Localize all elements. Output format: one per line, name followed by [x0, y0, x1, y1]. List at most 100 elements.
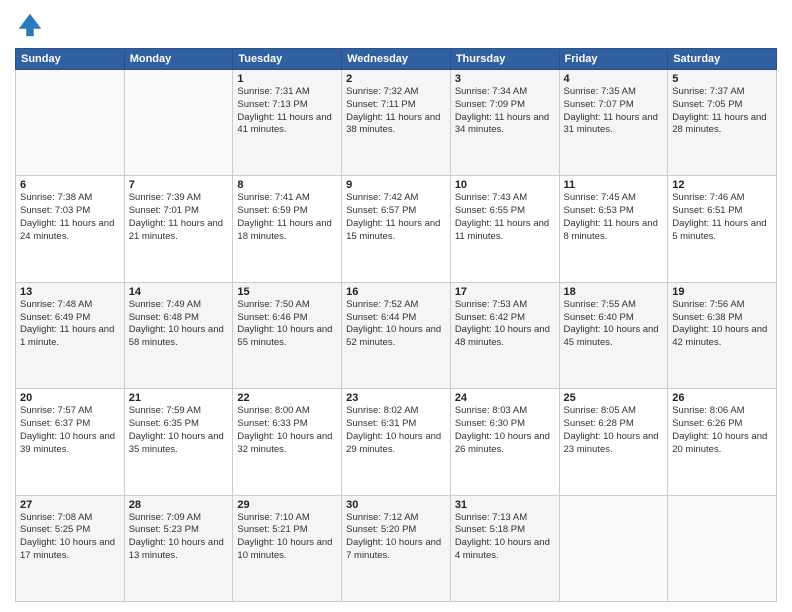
calendar-cell: 21Sunrise: 7:59 AMSunset: 6:35 PMDayligh…: [124, 389, 233, 495]
day-info: Sunrise: 7:55 AMSunset: 6:40 PMDaylight:…: [564, 299, 664, 350]
day-number: 19: [672, 286, 772, 298]
day-number: 3: [455, 73, 555, 85]
day-number: 6: [20, 179, 120, 191]
day-number: 13: [20, 286, 120, 298]
calendar-cell: 2Sunrise: 7:32 AMSunset: 7:11 PMDaylight…: [342, 70, 451, 176]
day-info: Sunrise: 8:06 AMSunset: 6:26 PMDaylight:…: [672, 405, 772, 456]
day-info: Sunrise: 7:46 AMSunset: 6:51 PMDaylight:…: [672, 192, 772, 243]
calendar-cell: 23Sunrise: 8:02 AMSunset: 6:31 PMDayligh…: [342, 389, 451, 495]
calendar-cell: 26Sunrise: 8:06 AMSunset: 6:26 PMDayligh…: [668, 389, 777, 495]
day-number: 31: [455, 499, 555, 511]
calendar-cell: 5Sunrise: 7:37 AMSunset: 7:05 PMDaylight…: [668, 70, 777, 176]
day-info: Sunrise: 7:50 AMSunset: 6:46 PMDaylight:…: [237, 299, 337, 350]
col-thursday: Thursday: [450, 49, 559, 70]
calendar-cell: 14Sunrise: 7:49 AMSunset: 6:48 PMDayligh…: [124, 282, 233, 388]
day-info: Sunrise: 7:56 AMSunset: 6:38 PMDaylight:…: [672, 299, 772, 350]
col-saturday: Saturday: [668, 49, 777, 70]
day-number: 2: [346, 73, 446, 85]
calendar-cell: 13Sunrise: 7:48 AMSunset: 6:49 PMDayligh…: [16, 282, 125, 388]
day-number: 4: [564, 73, 664, 85]
day-number: 27: [20, 499, 120, 511]
day-number: 16: [346, 286, 446, 298]
day-info: Sunrise: 7:38 AMSunset: 7:03 PMDaylight:…: [20, 192, 120, 243]
day-info: Sunrise: 7:12 AMSunset: 5:20 PMDaylight:…: [346, 512, 446, 563]
calendar-cell: 24Sunrise: 8:03 AMSunset: 6:30 PMDayligh…: [450, 389, 559, 495]
logo: [15, 10, 47, 40]
calendar-week-row: 27Sunrise: 7:08 AMSunset: 5:25 PMDayligh…: [16, 495, 777, 601]
day-number: 24: [455, 392, 555, 404]
calendar-cell: 11Sunrise: 7:45 AMSunset: 6:53 PMDayligh…: [559, 176, 668, 282]
calendar-cell: 29Sunrise: 7:10 AMSunset: 5:21 PMDayligh…: [233, 495, 342, 601]
calendar-cell: 25Sunrise: 8:05 AMSunset: 6:28 PMDayligh…: [559, 389, 668, 495]
day-number: 8: [237, 179, 337, 191]
day-info: Sunrise: 7:52 AMSunset: 6:44 PMDaylight:…: [346, 299, 446, 350]
day-info: Sunrise: 7:37 AMSunset: 7:05 PMDaylight:…: [672, 86, 772, 137]
day-info: Sunrise: 7:41 AMSunset: 6:59 PMDaylight:…: [237, 192, 337, 243]
day-info: Sunrise: 8:03 AMSunset: 6:30 PMDaylight:…: [455, 405, 555, 456]
day-info: Sunrise: 7:34 AMSunset: 7:09 PMDaylight:…: [455, 86, 555, 137]
day-info: Sunrise: 7:59 AMSunset: 6:35 PMDaylight:…: [129, 405, 229, 456]
calendar-cell: 12Sunrise: 7:46 AMSunset: 6:51 PMDayligh…: [668, 176, 777, 282]
calendar-cell: [124, 70, 233, 176]
day-info: Sunrise: 7:57 AMSunset: 6:37 PMDaylight:…: [20, 405, 120, 456]
col-sunday: Sunday: [16, 49, 125, 70]
calendar-cell: 10Sunrise: 7:43 AMSunset: 6:55 PMDayligh…: [450, 176, 559, 282]
calendar-cell: 22Sunrise: 8:00 AMSunset: 6:33 PMDayligh…: [233, 389, 342, 495]
day-number: 10: [455, 179, 555, 191]
calendar-week-row: 20Sunrise: 7:57 AMSunset: 6:37 PMDayligh…: [16, 389, 777, 495]
day-number: 22: [237, 392, 337, 404]
calendar-cell: 3Sunrise: 7:34 AMSunset: 7:09 PMDaylight…: [450, 70, 559, 176]
day-number: 17: [455, 286, 555, 298]
calendar-cell: 7Sunrise: 7:39 AMSunset: 7:01 PMDaylight…: [124, 176, 233, 282]
calendar-cell: 31Sunrise: 7:13 AMSunset: 5:18 PMDayligh…: [450, 495, 559, 601]
day-info: Sunrise: 8:00 AMSunset: 6:33 PMDaylight:…: [237, 405, 337, 456]
day-info: Sunrise: 7:45 AMSunset: 6:53 PMDaylight:…: [564, 192, 664, 243]
day-number: 21: [129, 392, 229, 404]
day-info: Sunrise: 7:49 AMSunset: 6:48 PMDaylight:…: [129, 299, 229, 350]
calendar-cell: 27Sunrise: 7:08 AMSunset: 5:25 PMDayligh…: [16, 495, 125, 601]
calendar-cell: 19Sunrise: 7:56 AMSunset: 6:38 PMDayligh…: [668, 282, 777, 388]
page-header: [15, 10, 777, 40]
day-number: 30: [346, 499, 446, 511]
day-number: 9: [346, 179, 446, 191]
day-number: 28: [129, 499, 229, 511]
day-number: 1: [237, 73, 337, 85]
day-info: Sunrise: 7:10 AMSunset: 5:21 PMDaylight:…: [237, 512, 337, 563]
calendar-cell: 28Sunrise: 7:09 AMSunset: 5:23 PMDayligh…: [124, 495, 233, 601]
day-number: 18: [564, 286, 664, 298]
day-number: 29: [237, 499, 337, 511]
calendar-cell: [668, 495, 777, 601]
day-number: 11: [564, 179, 664, 191]
day-number: 5: [672, 73, 772, 85]
day-info: Sunrise: 7:31 AMSunset: 7:13 PMDaylight:…: [237, 86, 337, 137]
col-wednesday: Wednesday: [342, 49, 451, 70]
calendar-cell: 4Sunrise: 7:35 AMSunset: 7:07 PMDaylight…: [559, 70, 668, 176]
day-info: Sunrise: 7:09 AMSunset: 5:23 PMDaylight:…: [129, 512, 229, 563]
calendar-cell: 18Sunrise: 7:55 AMSunset: 6:40 PMDayligh…: [559, 282, 668, 388]
day-info: Sunrise: 7:53 AMSunset: 6:42 PMDaylight:…: [455, 299, 555, 350]
day-number: 12: [672, 179, 772, 191]
calendar-week-row: 13Sunrise: 7:48 AMSunset: 6:49 PMDayligh…: [16, 282, 777, 388]
calendar-week-row: 6Sunrise: 7:38 AMSunset: 7:03 PMDaylight…: [16, 176, 777, 282]
day-info: Sunrise: 7:48 AMSunset: 6:49 PMDaylight:…: [20, 299, 120, 350]
calendar-week-row: 1Sunrise: 7:31 AMSunset: 7:13 PMDaylight…: [16, 70, 777, 176]
day-info: Sunrise: 7:13 AMSunset: 5:18 PMDaylight:…: [455, 512, 555, 563]
calendar-cell: 15Sunrise: 7:50 AMSunset: 6:46 PMDayligh…: [233, 282, 342, 388]
day-info: Sunrise: 7:08 AMSunset: 5:25 PMDaylight:…: [20, 512, 120, 563]
col-tuesday: Tuesday: [233, 49, 342, 70]
calendar-cell: 17Sunrise: 7:53 AMSunset: 6:42 PMDayligh…: [450, 282, 559, 388]
calendar-cell: 20Sunrise: 7:57 AMSunset: 6:37 PMDayligh…: [16, 389, 125, 495]
day-number: 15: [237, 286, 337, 298]
day-info: Sunrise: 7:35 AMSunset: 7:07 PMDaylight:…: [564, 86, 664, 137]
day-number: 23: [346, 392, 446, 404]
calendar-cell: 16Sunrise: 7:52 AMSunset: 6:44 PMDayligh…: [342, 282, 451, 388]
day-number: 25: [564, 392, 664, 404]
day-number: 7: [129, 179, 229, 191]
col-friday: Friday: [559, 49, 668, 70]
calendar-cell: 8Sunrise: 7:41 AMSunset: 6:59 PMDaylight…: [233, 176, 342, 282]
day-info: Sunrise: 7:32 AMSunset: 7:11 PMDaylight:…: [346, 86, 446, 137]
day-info: Sunrise: 8:02 AMSunset: 6:31 PMDaylight:…: [346, 405, 446, 456]
calendar-cell: [559, 495, 668, 601]
calendar-header-row: Sunday Monday Tuesday Wednesday Thursday…: [16, 49, 777, 70]
calendar-cell: 1Sunrise: 7:31 AMSunset: 7:13 PMDaylight…: [233, 70, 342, 176]
